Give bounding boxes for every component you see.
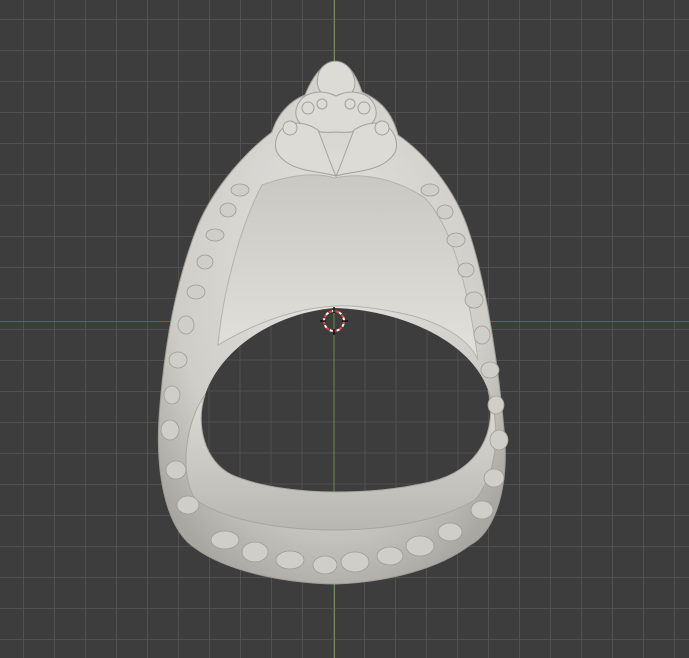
3d-cursor-icon[interactable]	[320, 307, 348, 335]
3d-viewport[interactable]	[0, 0, 689, 658]
